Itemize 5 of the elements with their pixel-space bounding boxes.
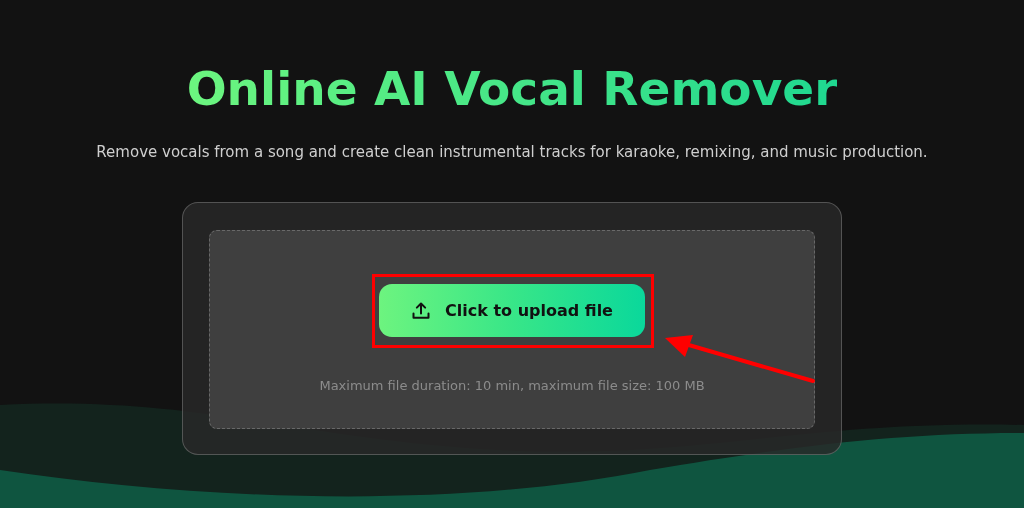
drop-zone[interactable]: Click to upload file Maximum file duration: 10 min, maximum file size: 100 MB [209, 230, 815, 429]
page-subtitle: Remove vocals from a song and create clean instrumental tracks for karaoke, remixing, and music production. [96, 142, 928, 162]
upload-icon [411, 300, 431, 321]
upload-hint: Maximum file duration: 10 min, maximum file size: 100 MB [319, 378, 705, 393]
upload-button[interactable]: Click to upload file [379, 284, 645, 337]
